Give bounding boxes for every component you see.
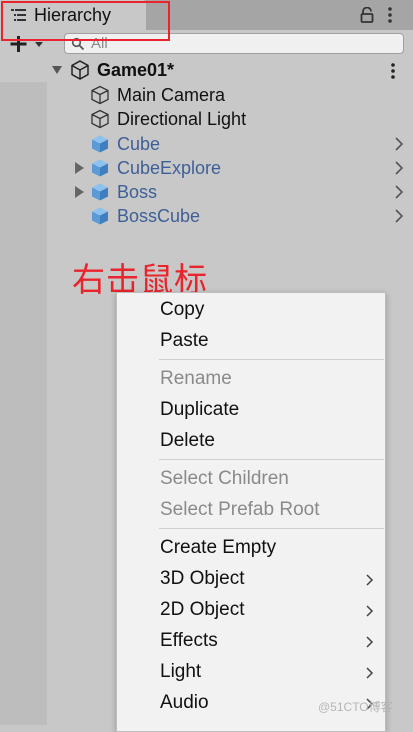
chevron-right-icon[interactable] xyxy=(394,209,404,223)
gameobject-icon xyxy=(91,85,109,105)
hierarchy-item-boss[interactable]: Boss xyxy=(0,180,413,204)
menu-item-label: Delete xyxy=(160,430,215,451)
submenu-chevron-icon xyxy=(366,636,374,648)
menu-separator xyxy=(159,359,384,360)
menu-item-label: 2D Object xyxy=(160,599,245,620)
menu-item-label: Select Prefab Root xyxy=(160,499,320,520)
hierarchy-item-cubeexplore[interactable]: CubeExplore xyxy=(0,156,413,180)
prefab-cube-icon xyxy=(92,207,108,225)
hierarchy-item-cube[interactable]: Cube xyxy=(0,132,413,156)
foldout-collapsed-icon[interactable] xyxy=(73,186,85,198)
item-label: Main Camera xyxy=(117,85,226,105)
menu-item-label: Light xyxy=(160,661,202,682)
menu-item-effects[interactable]: Effects xyxy=(117,626,385,657)
chevron-right-icon[interactable] xyxy=(394,185,404,199)
tab-bar: Hierarchy xyxy=(0,0,413,30)
menu-item-3d-object[interactable]: 3D Object xyxy=(117,564,385,595)
hierarchy-item-bosscube[interactable]: BossCube xyxy=(0,204,413,228)
hierarchy-item-main-camera[interactable]: Main Camera xyxy=(0,83,413,107)
submenu-chevron-icon xyxy=(366,605,374,617)
search-icon xyxy=(71,37,85,51)
item-label: Directional Light xyxy=(117,109,247,129)
menu-item-label: Rename xyxy=(160,368,232,389)
unity-scene-icon xyxy=(71,60,89,80)
menu-separator xyxy=(159,528,384,529)
search-box[interactable] xyxy=(64,33,404,54)
menu-item-label: Copy xyxy=(160,299,205,320)
menu-item-label: Paste xyxy=(160,330,209,351)
menu-item-light[interactable]: Light xyxy=(117,657,385,688)
menu-item-label: Effects xyxy=(160,630,218,651)
menu-item-rename: Rename xyxy=(117,364,385,395)
menu-item-label: Select Children xyxy=(160,468,289,489)
gameobject-icon xyxy=(91,109,109,129)
add-object-button[interactable] xyxy=(8,33,48,55)
menu-item-create-empty[interactable]: Create Empty xyxy=(117,533,385,564)
menu-item-label: Create Empty xyxy=(160,537,277,558)
menu-item-label: Duplicate xyxy=(160,399,240,420)
list-icon xyxy=(11,9,26,21)
item-label: Cube xyxy=(117,134,161,154)
menu-item-label: Audio xyxy=(160,692,209,713)
scene-row[interactable]: Game01* xyxy=(0,58,413,82)
menu-separator xyxy=(159,459,384,460)
tab-title: Hierarchy xyxy=(34,5,112,25)
tab-hierarchy[interactable]: Hierarchy xyxy=(0,0,146,30)
item-label: BossCube xyxy=(117,206,201,226)
hierarchy-item-directional-light[interactable]: Directional Light xyxy=(0,107,413,131)
hierarchy-toolbar xyxy=(0,30,413,58)
foldout-collapsed-icon[interactable] xyxy=(73,162,85,174)
menu-item-label: 3D Object xyxy=(160,568,245,589)
item-label: Boss xyxy=(117,182,158,202)
more-options-icon[interactable] xyxy=(385,5,395,25)
context-menu: Copy Paste Rename Duplicate Delete Selec… xyxy=(116,292,386,732)
watermark: @51CTO博客 xyxy=(318,700,393,714)
chevron-right-icon[interactable] xyxy=(394,137,404,151)
prefab-cube-icon xyxy=(92,183,108,201)
prefab-cube-icon xyxy=(92,159,108,177)
prefab-cube-icon xyxy=(92,135,108,153)
menu-item-2d-object[interactable]: 2D Object xyxy=(117,595,385,626)
menu-item-select-prefab-root: Select Prefab Root xyxy=(117,495,385,526)
submenu-chevron-icon xyxy=(366,667,374,679)
menu-item-delete[interactable]: Delete xyxy=(117,426,385,457)
menu-item-paste[interactable]: Paste xyxy=(117,326,385,357)
lock-icon[interactable] xyxy=(360,7,374,23)
menu-item-copy[interactable]: Copy xyxy=(117,295,385,326)
menu-item-duplicate[interactable]: Duplicate xyxy=(117,395,385,426)
search-input[interactable] xyxy=(91,34,391,53)
chevron-right-icon[interactable] xyxy=(394,161,404,175)
submenu-chevron-icon xyxy=(366,574,374,586)
menu-item-select-children: Select Children xyxy=(117,464,385,495)
scene-options-icon[interactable] xyxy=(388,62,398,80)
item-label: CubeExplore xyxy=(117,158,222,178)
scene-name: Game01* xyxy=(97,60,175,80)
foldout-expanded-icon[interactable] xyxy=(51,64,63,76)
